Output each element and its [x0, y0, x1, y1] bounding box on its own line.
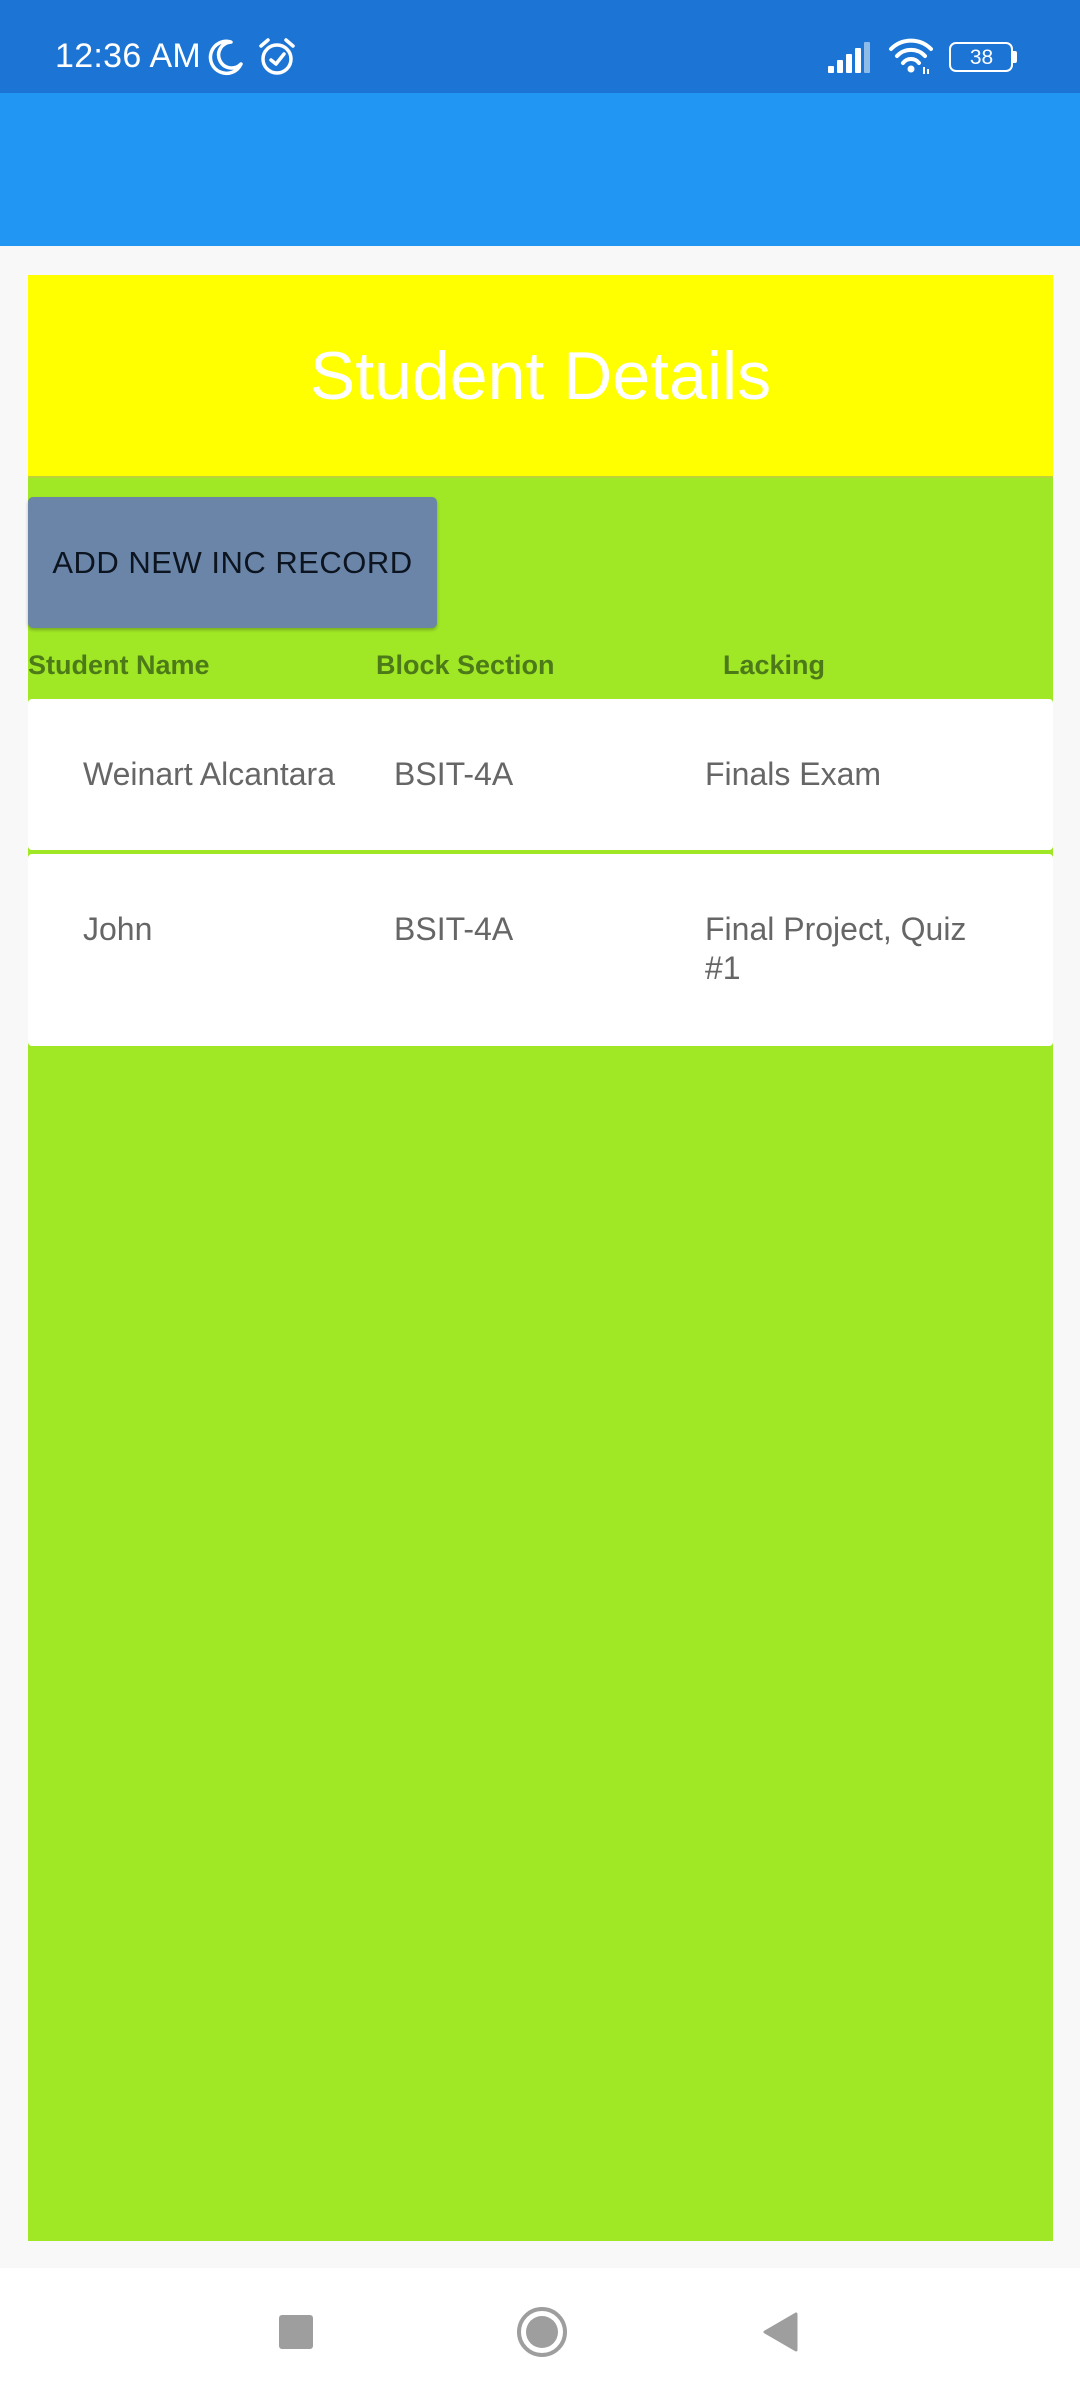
status-bar: 12:36 AM 38	[0, 0, 1080, 93]
block-section-cell: BSIT-4A	[394, 911, 514, 947]
recents-icon[interactable]	[279, 2315, 313, 2349]
table-row[interactable]: John BSIT-4A Final Project, Quiz #1	[28, 854, 1053, 1046]
table-row[interactable]: Weinart Alcantara BSIT-4A Finals Exam	[28, 699, 1053, 850]
student-name-cell: John	[83, 911, 153, 947]
moon-icon	[208, 39, 243, 76]
alarm-icon	[259, 38, 295, 75]
column-header-block-section: Block Section	[376, 650, 555, 680]
main-content: Student Details ADD NEW INC RECORD Stude…	[28, 275, 1053, 2241]
battery-level: 38	[969, 46, 994, 69]
student-name-cell: Weinart Alcantara	[83, 756, 335, 792]
battery-icon: 38	[949, 42, 1017, 72]
lacking-cell: Final Project, Quiz #1	[705, 911, 967, 986]
page-title: Student Details	[309, 338, 772, 414]
status-time: 12:36 AM	[55, 37, 202, 75]
home-icon[interactable]	[516, 2306, 568, 2358]
app-bar	[0, 93, 1080, 246]
back-icon[interactable]	[760, 2310, 800, 2354]
column-header-student-name: Student Name	[28, 650, 210, 680]
signal-icon	[828, 42, 870, 73]
header-banner: Student Details	[28, 275, 1053, 478]
lacking-cell: Finals Exam	[705, 756, 882, 792]
block-section-cell: BSIT-4A	[394, 756, 514, 792]
add-new-inc-record-button[interactable]: ADD NEW INC RECORD	[28, 497, 437, 628]
column-header-lacking: Lacking	[723, 650, 826, 680]
wifi-icon	[889, 38, 933, 74]
